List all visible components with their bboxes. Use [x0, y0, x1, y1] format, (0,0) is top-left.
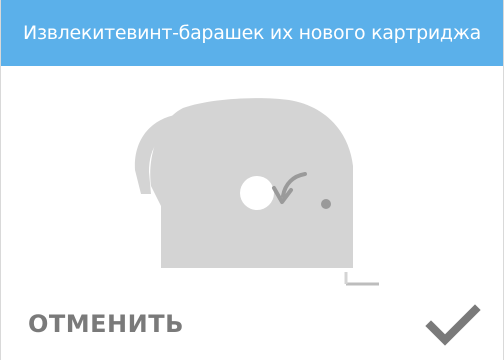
- cancel-button[interactable]: ОТМЕНИТЬ: [28, 310, 184, 338]
- dialog: Извлекитевинт-барашек их нового картридж…: [0, 0, 504, 360]
- wingnut-hole: [240, 176, 274, 210]
- dialog-header: Извлекитевинт-барашек их нового картридж…: [1, 0, 503, 66]
- dialog-title: Извлекитевинт-барашек их нового картридж…: [23, 22, 481, 44]
- dialog-footer: ОТМЕНИТЬ: [1, 300, 503, 360]
- wingnut-dot: [321, 199, 331, 209]
- cartridge-illustration: [134, 98, 379, 286]
- checkmark-icon[interactable]: [425, 302, 481, 348]
